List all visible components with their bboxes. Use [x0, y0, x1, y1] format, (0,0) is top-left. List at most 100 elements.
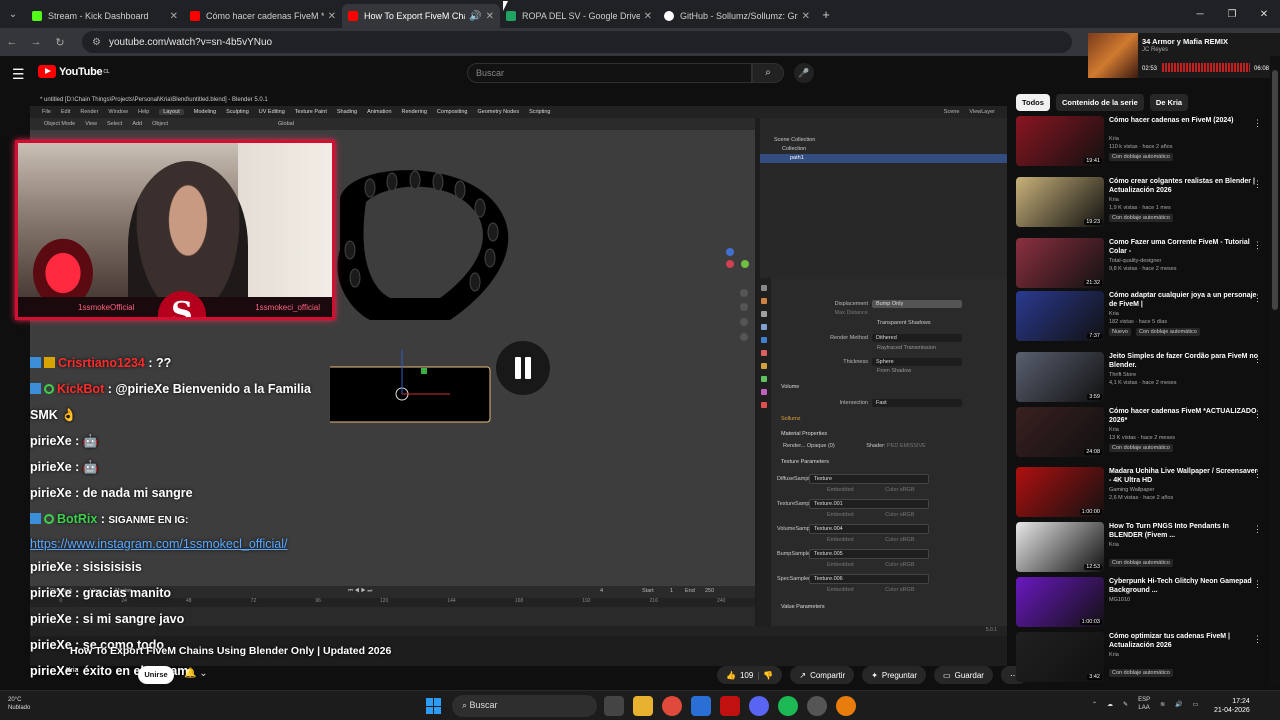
more-options-icon[interactable]: ⋮ [1253, 469, 1262, 480]
language-indicator[interactable]: ESP LAA [1138, 696, 1150, 712]
related-video-title[interactable]: Cómo optimizar tus cadenas FiveM | Actua… [1109, 632, 1259, 650]
site-info-icon[interactable]: ⚙ [92, 37, 101, 48]
related-video-channel[interactable]: Thrift Store [1109, 372, 1136, 378]
new-tab-button[interactable]: + [816, 7, 836, 22]
video-thumbnail[interactable]: 12:53 [1016, 522, 1104, 572]
pause-icon[interactable] [496, 341, 550, 395]
video-thumbnail[interactable]: 3:59 [1016, 352, 1104, 402]
more-options-icon[interactable]: ⋮ [1253, 293, 1262, 304]
chevron-up-icon[interactable]: ⌃ [1092, 701, 1097, 708]
chip-todos[interactable]: Todos [1016, 94, 1050, 111]
related-video-channel[interactable]: Kria [1109, 311, 1119, 317]
tab-youtube-cadenas[interactable]: Cómo hacer cadenas FiveM *AC✕ [184, 4, 342, 28]
windows-start-icon[interactable] [426, 698, 442, 714]
spotify-icon[interactable] [778, 696, 798, 716]
related-video-title[interactable]: Madara Uchiha Live Wallpaper / Screensav… [1109, 467, 1259, 485]
related-video-item[interactable]: 1:00:03 Cyberpunk Hi-Tech Glitchy Neon Ga… [1016, 577, 1266, 635]
scrollbar-thumb[interactable] [1272, 70, 1278, 310]
more-options-icon[interactable]: ⋮ [1253, 579, 1262, 590]
tab-search-icon[interactable]: ⌄ [0, 9, 26, 20]
close-window-button[interactable]: ✕ [1248, 9, 1280, 20]
chip-serie[interactable]: Contenido de la serie [1055, 94, 1144, 111]
reload-button[interactable]: ↻ [48, 36, 72, 49]
related-video-title[interactable]: Cómo adaptar cualquier joya a un persona… [1109, 291, 1259, 309]
maximize-button[interactable]: ❐ [1216, 9, 1248, 20]
related-video-channel[interactable]: Kria [1109, 427, 1119, 433]
video-thumbnail[interactable]: 21:32 [1016, 238, 1104, 288]
video-thumbnail[interactable]: 1:00:00 [1016, 467, 1104, 517]
blender-icon[interactable] [836, 696, 856, 716]
related-video-title[interactable]: Como Fazer uma Corrente FiveM - Tutorial… [1109, 238, 1259, 256]
chrome-icon[interactable] [662, 696, 682, 716]
discord-icon[interactable] [749, 696, 769, 716]
share-button[interactable]: ↗ Compartir [790, 666, 855, 684]
related-video-title[interactable]: Cómo hacer cadenas FiveM *ACTUALIZADO 20… [1109, 407, 1259, 425]
back-button[interactable]: ← [0, 36, 24, 48]
related-video-channel[interactable]: Kria [1109, 136, 1119, 142]
related-video-channel[interactable]: Total-quality-designer [1109, 258, 1161, 264]
related-video-title[interactable]: How To Turn PNGS Into Pendants In BLENDE… [1109, 522, 1259, 540]
related-video-channel[interactable]: Kria [1109, 652, 1119, 658]
tab-github[interactable]: GitHub - Sollumz/Sollumz: Gra ✕ [658, 4, 816, 28]
page-scrollbar[interactable] [1270, 56, 1280, 686]
media-miniplayer[interactable]: 34 Armor y Mafia REMIX JC Reyes 02:53 06… [1088, 33, 1280, 78]
related-video-channel[interactable]: Kria [1109, 197, 1119, 203]
related-video-channel[interactable]: Gaming Wallpaper [1109, 487, 1154, 493]
more-options-icon[interactable]: ⋮ [1253, 179, 1262, 190]
store-icon[interactable] [691, 696, 711, 716]
onedrive-icon[interactable]: ☁ [1107, 701, 1113, 708]
close-icon[interactable]: ✕ [802, 11, 810, 22]
channel-name[interactable]: Kria [66, 667, 78, 674]
video-thumbnail[interactable]: 7:37 [1016, 291, 1104, 341]
more-options-icon[interactable]: ⋮ [1253, 524, 1262, 535]
related-video-item[interactable]: 3:42 Cómo optimizar tus cadenas FiveM | A… [1016, 632, 1266, 690]
minimize-button[interactable]: ─ [1184, 9, 1216, 20]
join-button[interactable]: Unirse [138, 666, 174, 684]
search-input[interactable]: Buscar [467, 63, 752, 83]
search-button[interactable]: ⌕ [752, 63, 784, 83]
volume-icon[interactable]: 🔊 [1175, 701, 1182, 708]
video-thumbnail[interactable]: 19:23 [1016, 177, 1104, 227]
related-video-item[interactable]: 7:37 Cómo adaptar cualquier joya a un per… [1016, 291, 1266, 349]
related-video-title[interactable]: Cómo crear colgantes realistas en Blende… [1109, 177, 1259, 195]
bell-icon[interactable]: 🔔 ⌄ [184, 668, 208, 679]
ask-button[interactable]: ✦ Preguntar [862, 666, 927, 684]
close-icon[interactable]: ✕ [644, 11, 652, 22]
miniplayer-waveform[interactable] [1162, 63, 1250, 72]
related-video-channel[interactable]: MG1010 [1109, 597, 1130, 603]
youtube-logo[interactable]: YouTube CL [38, 65, 110, 78]
file-explorer-icon[interactable] [633, 696, 653, 716]
more-options-icon[interactable]: ⋮ [1253, 634, 1262, 645]
video-thumbnail[interactable]: 1:00:03 [1016, 577, 1104, 627]
weather-widget[interactable]: 20°C Nublado [8, 696, 30, 712]
mic-icon[interactable]: 🎤 [794, 63, 814, 83]
thumbs-down-icon[interactable]: 👎 [763, 671, 773, 680]
speaker-icon[interactable]: 🔊 [469, 11, 481, 22]
more-options-icon[interactable]: ⋮ [1253, 354, 1262, 365]
tab-google-drive[interactable]: ROPA DEL SV - Google Drive ✕ [500, 4, 658, 28]
related-video-item[interactable]: 3:59 Jeito Simples de fazer Cordão para F… [1016, 352, 1266, 410]
menu-icon[interactable]: ☰ [12, 66, 25, 83]
related-video-item[interactable]: 19:23 Cómo crear colgantes realistas en B… [1016, 177, 1266, 235]
like-button[interactable]: 👍 109 | 👎 [717, 666, 783, 684]
taskbar-search[interactable]: ⌕ Buscar [452, 695, 597, 717]
url-field[interactable]: ⚙ youtube.com/watch?v=sn-4b5vYNuo [82, 31, 1072, 53]
forward-button[interactable]: → [24, 36, 48, 48]
pen-icon[interactable]: ✎ [1123, 701, 1128, 708]
related-video-title[interactable]: Cómo hacer cadenas en FiveM (2024) [1109, 116, 1259, 125]
instagram-link[interactable]: https://www.instagram.com/1ssmokecl_offi… [30, 534, 290, 554]
more-options-icon[interactable]: ⋮ [1253, 409, 1262, 420]
taskbar-clock[interactable]: 17:24 21-04-2026 [1214, 697, 1250, 715]
save-button[interactable]: ▭ Guardar [934, 666, 993, 684]
related-video-item[interactable]: 21:32 Como Fazer uma Corrente FiveM - Tut… [1016, 238, 1266, 296]
related-video-item[interactable]: 24:08 Cómo hacer cadenas FiveM *ACTUALIZA… [1016, 407, 1266, 465]
related-video-title[interactable]: Jeito Simples de fazer Cordão para FiveM… [1109, 352, 1259, 370]
battery-icon[interactable]: ▭ [1193, 701, 1199, 708]
close-icon[interactable]: ✕ [170, 11, 178, 22]
video-thumbnail[interactable]: 3:42 [1016, 632, 1104, 682]
video-thumbnail[interactable]: 19:41 [1016, 116, 1104, 166]
related-video-item[interactable]: 12:53 How To Turn PNGS Into Pendants In B… [1016, 522, 1266, 580]
adobe-icon[interactable] [720, 696, 740, 716]
close-icon[interactable]: ✕ [486, 11, 494, 22]
related-video-title[interactable]: Cyberpunk Hi-Tech Glitchy Neon Gamepad B… [1109, 577, 1259, 595]
